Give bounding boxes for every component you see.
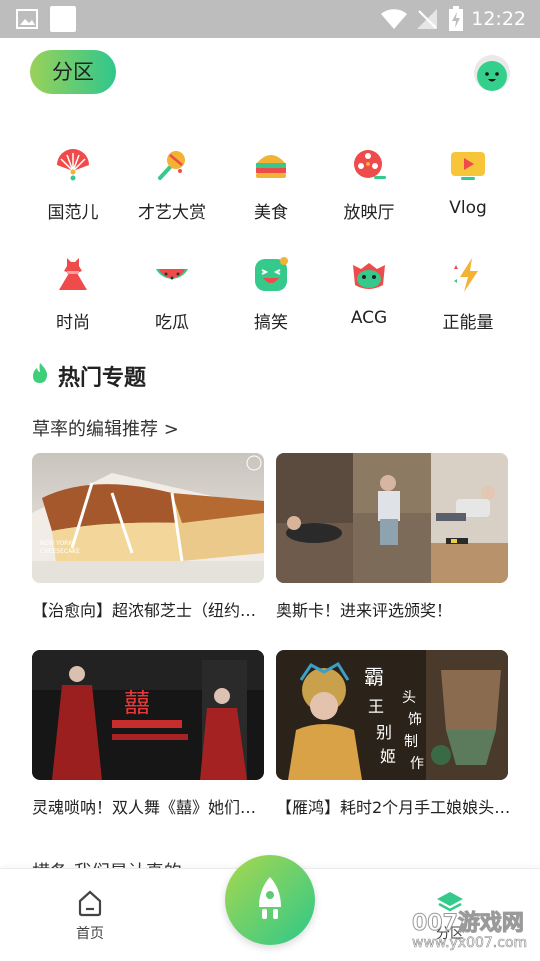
category-acg[interactable]: ACG bbox=[319, 255, 419, 328]
home-icon bbox=[78, 890, 102, 917]
category-label: 国范儿 bbox=[47, 203, 99, 223]
category-label: 搞笑 bbox=[254, 313, 288, 333]
status-bar: 12:22 bbox=[0, 0, 540, 38]
category-guofaner[interactable]: 国范儿 bbox=[23, 145, 123, 223]
page-title: 分区 bbox=[30, 50, 116, 94]
watermark-text: 007游戏网 bbox=[412, 911, 525, 937]
no-signal-icon bbox=[417, 9, 437, 29]
topic-card[interactable]: 囍 灵魂唢呐！双人舞《囍》她们的故事 bbox=[32, 650, 272, 818]
funny-face-icon bbox=[255, 257, 288, 291]
notification-square-icon bbox=[50, 6, 76, 32]
category-label: 吃瓜 bbox=[155, 313, 189, 333]
publish-button[interactable] bbox=[225, 855, 315, 945]
tab-label: 首页 bbox=[76, 926, 104, 942]
lightning-icon bbox=[454, 258, 478, 292]
topic-caption: 【治愈向】超浓郁芝士（纽约芝士蛋糕） bbox=[32, 601, 272, 620]
category-label: 美食 bbox=[254, 203, 288, 223]
editor-pick-link[interactable]: 草率的编辑推荐 > bbox=[32, 415, 179, 441]
category-label: 时尚 bbox=[56, 313, 90, 333]
topic-thumbnail: 囍 bbox=[32, 650, 264, 780]
watermark-url: www.yx007.com bbox=[412, 935, 528, 952]
anime-character-icon bbox=[353, 263, 385, 289]
avatar-face-icon bbox=[474, 55, 510, 91]
topic-thumbnail: 霸 王 别 姬 头 饰 制 作 bbox=[276, 650, 508, 780]
gallery-icon bbox=[16, 9, 38, 29]
topic-caption: 奥斯卡！进来评选颁奖！ bbox=[276, 601, 453, 620]
topic-caption: 灵魂唢呐！双人舞《囍》她们的故事 bbox=[32, 798, 272, 817]
svg-text:别: 别 bbox=[376, 723, 392, 742]
tab-home[interactable]: 首页 bbox=[50, 889, 130, 943]
category-label: 放映厅 bbox=[343, 203, 395, 223]
category-vlog[interactable]: Vlog bbox=[418, 145, 518, 218]
category-label: ACG bbox=[350, 308, 388, 328]
svg-text:CHEESECAKE: CHEESECAKE bbox=[40, 548, 80, 555]
category-label: 才艺大赏 bbox=[138, 203, 206, 223]
topic-thumbnail: NEW YORK CHEESECAKE bbox=[32, 453, 264, 583]
svg-text:姬: 姬 bbox=[380, 747, 396, 766]
thumbnail-text: 霸 bbox=[364, 665, 384, 689]
category-fashion[interactable]: 时尚 bbox=[23, 255, 123, 333]
svg-text:作: 作 bbox=[410, 756, 424, 772]
status-time: 12:22 bbox=[471, 8, 526, 30]
svg-text:制: 制 bbox=[404, 734, 418, 750]
topic-card[interactable]: 奥斯卡！进来评选颁奖！ bbox=[276, 453, 508, 621]
film-reel-icon bbox=[354, 150, 386, 179]
video-play-icon bbox=[451, 152, 485, 180]
category-talent[interactable]: 才艺大赏 bbox=[122, 145, 222, 223]
section-title-hot-topics: 热门专题 bbox=[58, 366, 147, 391]
svg-text:饰: 饰 bbox=[408, 712, 422, 728]
flame-icon bbox=[33, 363, 48, 383]
category-funny[interactable]: 搞笑 bbox=[221, 255, 321, 333]
battery-charging-icon bbox=[449, 6, 463, 31]
topic-caption: 【雁鸿】耗时2个月手工娘娘头饰制作 bbox=[276, 798, 516, 817]
rocket-icon bbox=[259, 877, 281, 919]
microphone-icon bbox=[158, 151, 185, 180]
watermelon-icon bbox=[156, 269, 188, 280]
topic-card[interactable]: NEW YORK CHEESECAKE 【治愈向】超浓郁芝士（纽约芝士蛋糕） bbox=[32, 453, 272, 621]
fan-icon bbox=[57, 149, 89, 181]
dress-icon bbox=[59, 258, 87, 290]
category-food[interactable]: 美食 bbox=[221, 145, 321, 223]
category-cinema[interactable]: 放映厅 bbox=[319, 145, 419, 223]
topic-card[interactable]: 霸 王 别 姬 头 饰 制 作 【雁鸿】耗时2个月手工娘娘头饰制作 bbox=[276, 650, 516, 818]
svg-text:头: 头 bbox=[402, 690, 416, 706]
wifi-icon bbox=[381, 9, 407, 29]
food-icon bbox=[256, 155, 286, 178]
category-label: 正能量 bbox=[442, 313, 494, 333]
avatar[interactable] bbox=[474, 55, 510, 91]
thumbnail-text: 囍 bbox=[124, 689, 150, 719]
topic-thumbnail bbox=[276, 453, 508, 583]
category-label: Vlog bbox=[449, 198, 487, 218]
svg-text:王: 王 bbox=[368, 697, 384, 716]
thumbnail-text: NEW YORK bbox=[40, 540, 73, 547]
category-positive-energy[interactable]: 正能量 bbox=[418, 255, 518, 333]
category-gossip[interactable]: 吃瓜 bbox=[122, 255, 222, 333]
